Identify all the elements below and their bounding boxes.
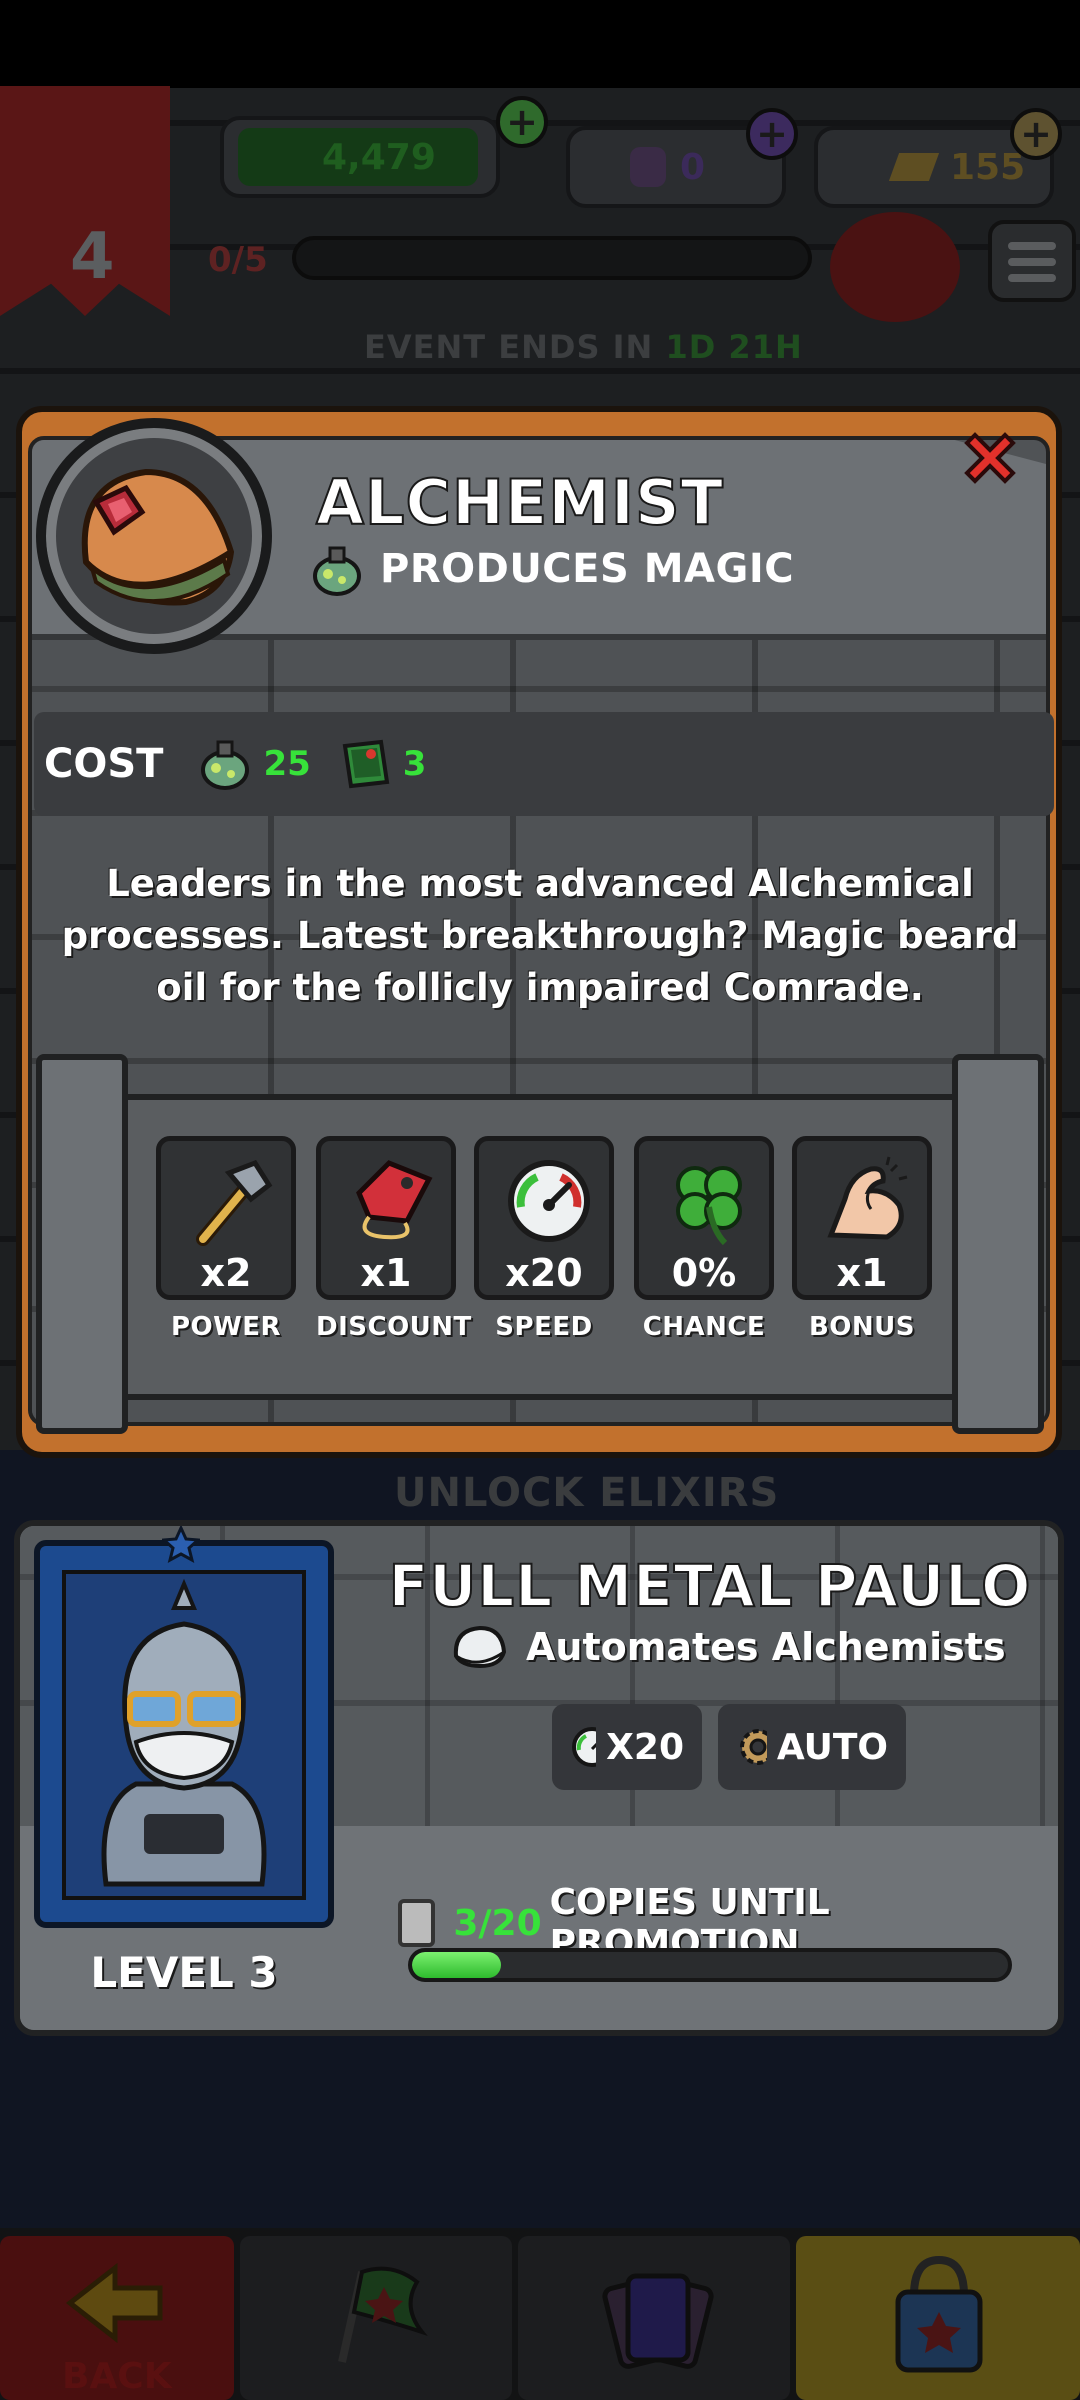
back-label: BACK xyxy=(62,2356,172,2397)
flag-icon xyxy=(338,2266,428,2363)
add-potion-button[interactable]: + xyxy=(746,108,798,160)
shop-bag-icon xyxy=(895,2255,983,2373)
cash-value: 4,479 xyxy=(322,136,436,178)
potion-value: 0 xyxy=(680,146,706,188)
stats-pillar-left xyxy=(36,1054,128,1434)
add-cash-button[interactable]: + xyxy=(496,96,548,148)
stat-speed: x20 SPEED xyxy=(474,1136,614,1342)
building-subtitle-row: PRODUCES MAGIC xyxy=(308,540,794,598)
status-bar xyxy=(0,0,1080,88)
back-arrow-icon xyxy=(65,2262,163,2344)
bicep-icon xyxy=(827,1156,908,1240)
cost-label: COST xyxy=(44,741,164,787)
building-description: Leaders in the most advanced Alchemical … xyxy=(61,862,1019,1009)
speedometer-icon xyxy=(508,1160,590,1242)
manager-auto-chip: AUTO xyxy=(718,1704,906,1790)
gold-value: 155 xyxy=(950,146,1026,188)
stat-bonus: x1 BONUS xyxy=(792,1136,932,1342)
manager-avatar xyxy=(66,1574,302,1896)
cards-icon xyxy=(602,2273,714,2369)
menu-icon xyxy=(1008,242,1056,250)
manager-subtitle: Automates Alchemists xyxy=(526,1625,1006,1669)
manager-name: FULL METAL PAULO xyxy=(388,1551,1032,1621)
stat-power: x2 POWER xyxy=(156,1136,296,1342)
cash-icon xyxy=(342,739,390,789)
stats-pillar-right xyxy=(952,1054,1044,1434)
stat-discount: x1 DISCOUNT xyxy=(316,1136,471,1342)
cost-cash-value: 3 xyxy=(402,744,427,784)
rank-star-icon xyxy=(162,1526,200,1563)
potion-icon xyxy=(201,740,250,790)
cost-bar: COST 25 3 xyxy=(34,712,1054,816)
manager-level: LEVEL 3 xyxy=(90,1948,278,1997)
close-button[interactable] xyxy=(952,420,1028,496)
card-pack-button[interactable] xyxy=(830,212,960,322)
potion-icon xyxy=(630,147,666,187)
manager-portrait[interactable] xyxy=(34,1540,334,1928)
gold-icon xyxy=(888,153,940,181)
unlock-elixirs-label: UNLOCK ELIXIRS xyxy=(394,1470,780,1516)
promotion-progress-bar xyxy=(408,1948,1012,1982)
event-timer: EVENT ENDS IN 1D 21H xyxy=(364,328,803,366)
building-title: ALCHEMIST xyxy=(315,465,724,540)
stat-chance: 0% CHANCE xyxy=(634,1136,774,1342)
speedometer-icon xyxy=(572,1727,597,1767)
cash-counter: 4,479 xyxy=(220,116,500,198)
clover-icon xyxy=(676,1166,742,1246)
add-gold-button[interactable]: + xyxy=(1010,108,1062,160)
menu-button[interactable] xyxy=(988,220,1076,302)
manager-speed-value: X20 xyxy=(606,1726,684,1768)
gear-icon xyxy=(740,1729,767,1765)
building-subtitle: PRODUCES MAGIC xyxy=(380,546,795,592)
potion-icon xyxy=(313,546,361,596)
close-icon xyxy=(964,432,1016,484)
promotion-progress-fill xyxy=(412,1952,502,1978)
price-tag-icon xyxy=(356,1160,433,1240)
level-progress-text: 0/5 xyxy=(208,240,268,280)
hammer-icon xyxy=(196,1159,273,1246)
level-progress-bar xyxy=(292,236,812,280)
cost-potion-value: 25 xyxy=(263,744,311,784)
manager-speed-chip: X20 xyxy=(552,1704,702,1790)
promotion-count: 3/20 xyxy=(453,1902,542,1944)
manager-auto-value: AUTO xyxy=(776,1726,888,1768)
alchemist-hat-icon xyxy=(453,1625,507,1669)
alchemist-hat-icon xyxy=(81,468,235,606)
manager-subtitle-row: Automates Alchemists xyxy=(450,1622,1006,1672)
card-copy-icon xyxy=(398,1899,436,1947)
building-portrait xyxy=(36,418,272,654)
player-level: 4 xyxy=(70,220,115,294)
